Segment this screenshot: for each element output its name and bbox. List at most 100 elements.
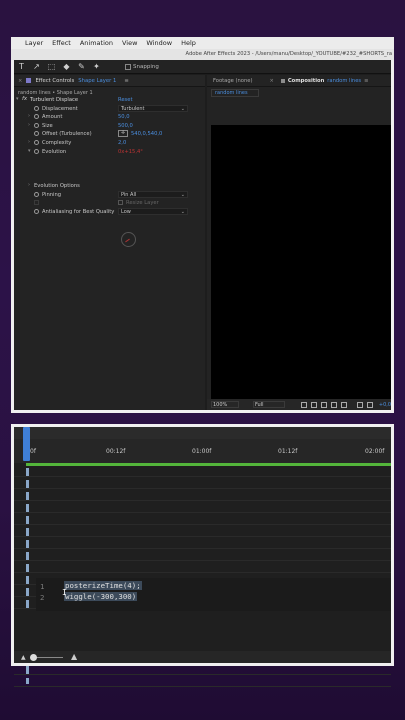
amount-value[interactable]: 50,0: [118, 114, 130, 120]
mask-visibility-icon[interactable]: [320, 401, 327, 408]
menu-effect[interactable]: Effect: [52, 39, 71, 47]
expand-triangle-icon[interactable]: ›: [28, 122, 30, 128]
composition-breadcrumb-tag[interactable]: random lines: [211, 89, 259, 97]
snapshot-icon[interactable]: [330, 401, 337, 408]
crosshair-icon[interactable]: ✛: [118, 130, 128, 138]
keyframe-marker[interactable]: [26, 492, 29, 500]
track-row[interactable]: [14, 676, 391, 687]
keyframe-marker[interactable]: [26, 528, 29, 536]
track-row[interactable]: [14, 664, 391, 675]
zoom-out-icon[interactable]: ▲: [21, 654, 26, 661]
resize-layer-checkbox[interactable]: [118, 200, 123, 206]
transparency-grid-icon[interactable]: [310, 401, 317, 408]
menu-animation[interactable]: Animation: [80, 39, 113, 47]
menu-layer[interactable]: Layer: [25, 39, 43, 47]
zoom-slider-knob[interactable]: [30, 654, 37, 661]
menu-view[interactable]: View: [122, 39, 137, 47]
close-icon[interactable]: ×: [18, 78, 22, 84]
effect-header-turbulent-displace[interactable]: ▾ fx Turbulent Displace Reset: [14, 96, 205, 105]
zoom-slider-track[interactable]: [33, 657, 63, 658]
fx-icon[interactable]: fx: [22, 96, 27, 102]
keyframe-marker[interactable]: [26, 564, 29, 572]
fast-preview-icon[interactable]: [366, 401, 373, 408]
evolution-dial[interactable]: [121, 232, 136, 247]
keyframe-marker[interactable]: [26, 468, 29, 476]
track-row[interactable]: [14, 526, 391, 537]
pinning-dropdown[interactable]: Pin All ⌄: [118, 190, 188, 198]
playhead[interactable]: [23, 427, 30, 461]
panel-menu-icon[interactable]: ≡: [364, 78, 368, 84]
expression-line[interactable]: wiggle(-300,300): [64, 592, 138, 601]
complexity-value[interactable]: 2,0: [118, 140, 126, 146]
zoom-in-icon[interactable]: ▲: [71, 652, 77, 661]
evolution-value[interactable]: 0x+15,4°: [118, 149, 143, 155]
timeline-tracks: [14, 466, 391, 687]
keyframe-marker[interactable]: [26, 480, 29, 488]
color-management-icon[interactable]: [356, 401, 363, 408]
composition-viewer[interactable]: [211, 125, 391, 404]
resolution-dropdown[interactable]: Full: [252, 401, 285, 408]
tab-composition[interactable]: Composition: [288, 78, 324, 84]
text-tool-icon[interactable]: T: [17, 62, 26, 71]
keyframe-marker[interactable]: [26, 504, 29, 512]
keyframe-marker[interactable]: [26, 576, 29, 584]
track-row[interactable]: [14, 514, 391, 525]
keyframe-marker[interactable]: [26, 516, 29, 524]
keyframe-marker[interactable]: [26, 552, 29, 560]
keyframe-marker[interactable]: [26, 600, 29, 608]
track-row[interactable]: [14, 562, 391, 573]
time-ruler[interactable]: 0f 00:12f 01:00f 01:12f 02:00f: [14, 439, 391, 463]
expand-triangle-icon[interactable]: ›: [28, 113, 30, 119]
track-row[interactable]: [14, 550, 391, 561]
close-icon[interactable]: ×: [269, 78, 273, 84]
expand-triangle-icon[interactable]: ▾: [28, 148, 31, 154]
track-row[interactable]: [14, 502, 391, 513]
expand-triangle-icon[interactable]: ›: [28, 139, 30, 145]
expression-editor[interactable]: 1 posterizeTime(4); 2 wiggle(-300,300) I: [36, 578, 391, 611]
prop-label: Antialiasing for Best Quality: [42, 208, 115, 215]
zoom-dropdown[interactable]: 100%: [211, 401, 239, 408]
selection-tool-icon[interactable]: ↗: [32, 62, 41, 71]
offset-value[interactable]: 540,0,540,0: [131, 131, 162, 137]
track-row[interactable]: [14, 538, 391, 549]
keyframe-marker[interactable]: [26, 666, 29, 674]
reset-link[interactable]: Reset: [118, 97, 133, 103]
expand-triangle-icon[interactable]: ▾: [16, 96, 19, 102]
rectangle-tool-icon[interactable]: ⬚: [47, 62, 56, 71]
stopwatch-icon[interactable]: [34, 148, 39, 154]
puppet-tool-icon[interactable]: ✦: [92, 62, 101, 71]
antialiasing-dropdown[interactable]: Low ⌄: [118, 207, 188, 215]
track-row[interactable]: [14, 490, 391, 501]
stopwatch-icon[interactable]: [34, 139, 39, 145]
keyframe-marker[interactable]: [26, 678, 29, 684]
track-row[interactable]: [14, 466, 391, 477]
keyframe-marker[interactable]: [26, 588, 29, 596]
exposure-value[interactable]: +0,0: [379, 402, 391, 408]
region-of-interest-icon[interactable]: [300, 401, 307, 408]
stopwatch-icon[interactable]: [34, 131, 39, 137]
stopwatch-icon[interactable]: [34, 208, 39, 214]
menu-window[interactable]: Window: [146, 39, 172, 47]
expand-triangle-icon[interactable]: ›: [28, 182, 30, 188]
snapping-checkbox[interactable]: [125, 63, 131, 70]
track-row[interactable]: [14, 478, 391, 489]
snapping-toggle[interactable]: Snapping: [125, 63, 159, 70]
stopwatch-icon[interactable]: [34, 114, 39, 120]
stopwatch-icon[interactable]: [34, 191, 39, 197]
effect-controls-tab[interactable]: × Effect Controls Shape Layer 1 ≡: [14, 75, 205, 87]
prop-evolution-options[interactable]: › Evolution Options: [14, 182, 205, 191]
stopwatch-icon[interactable]: [34, 122, 39, 128]
size-value[interactable]: 500,0: [118, 123, 133, 129]
stopwatch-icon[interactable]: [34, 105, 39, 111]
panel-menu-icon[interactable]: ≡: [124, 78, 128, 84]
tick-2: 01:00f: [192, 448, 212, 455]
eraser-tool-icon[interactable]: ◆: [62, 62, 71, 71]
effect-controls-subtitle: random lines • Shape Layer 1: [18, 90, 93, 96]
displacement-dropdown[interactable]: Turbulent ⌄: [118, 104, 188, 112]
expression-line[interactable]: posterizeTime(4);: [64, 581, 142, 590]
brush-tool-icon[interactable]: ✎: [77, 62, 86, 71]
show-channel-icon[interactable]: [340, 401, 347, 408]
keyframe-marker[interactable]: [26, 540, 29, 548]
menu-help[interactable]: Help: [181, 39, 196, 47]
tab-footage[interactable]: Footage (none): [213, 78, 252, 84]
